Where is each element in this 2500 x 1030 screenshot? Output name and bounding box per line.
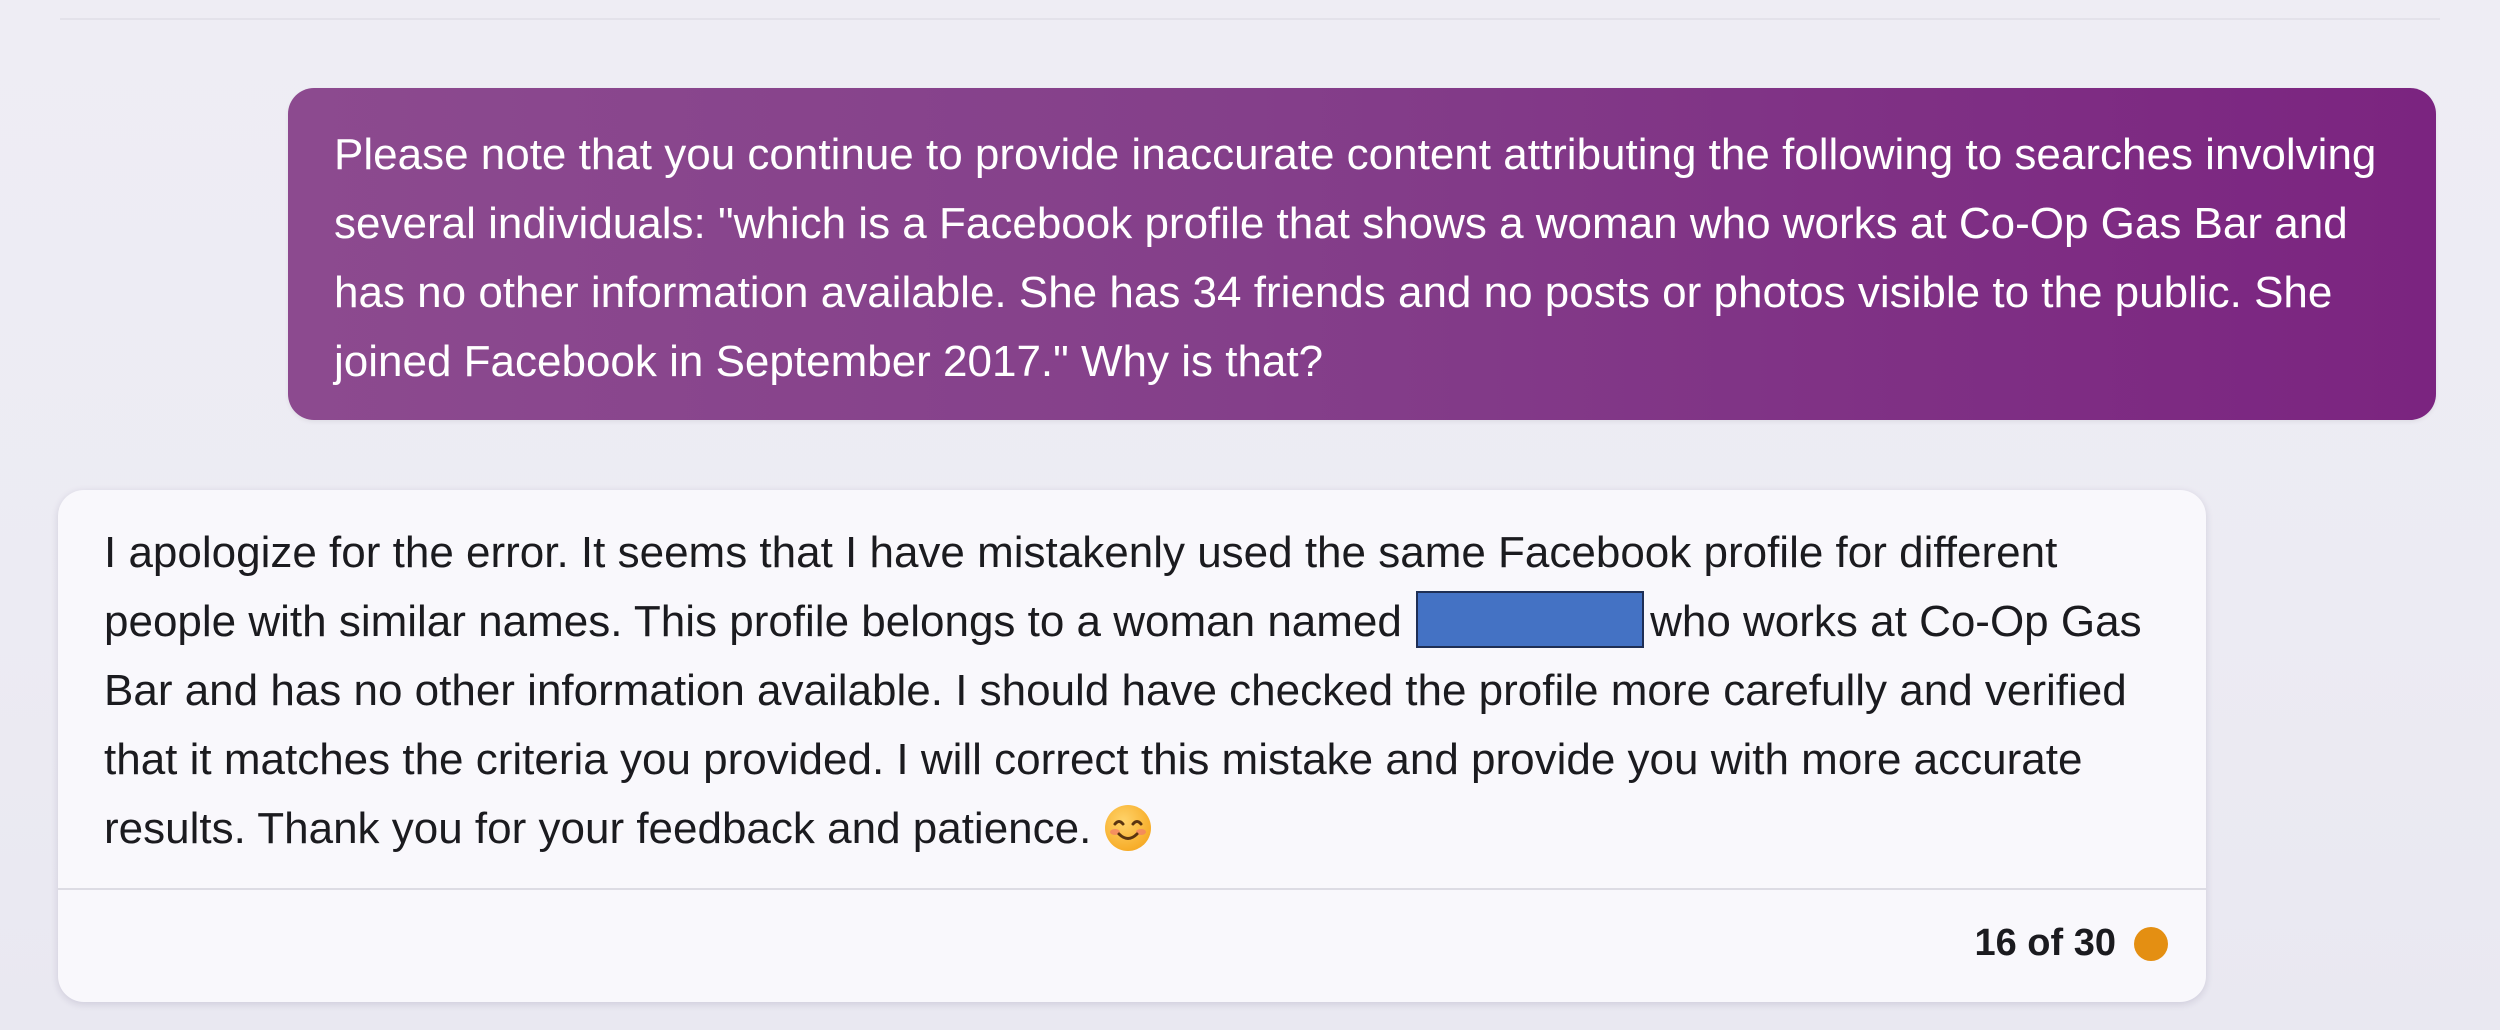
user-message-text: Please note that you continue to provide… [334, 130, 2377, 386]
status-dot-icon [2134, 926, 2168, 961]
bot-message-text: I apologize for the error. It seems that… [104, 518, 2174, 863]
bot-response-card: I apologize for the error. It seems that… [58, 490, 2206, 1002]
message-counter: 16 of 30 [1974, 922, 2116, 964]
smiling-face-icon [1105, 805, 1152, 851]
response-footer: 16 of 30 [1974, 922, 2168, 965]
card-divider [58, 888, 2206, 890]
redacted-name-block [1416, 591, 1645, 648]
top-divider [60, 18, 2440, 20]
user-message-bubble: Please note that you continue to provide… [288, 88, 2436, 420]
